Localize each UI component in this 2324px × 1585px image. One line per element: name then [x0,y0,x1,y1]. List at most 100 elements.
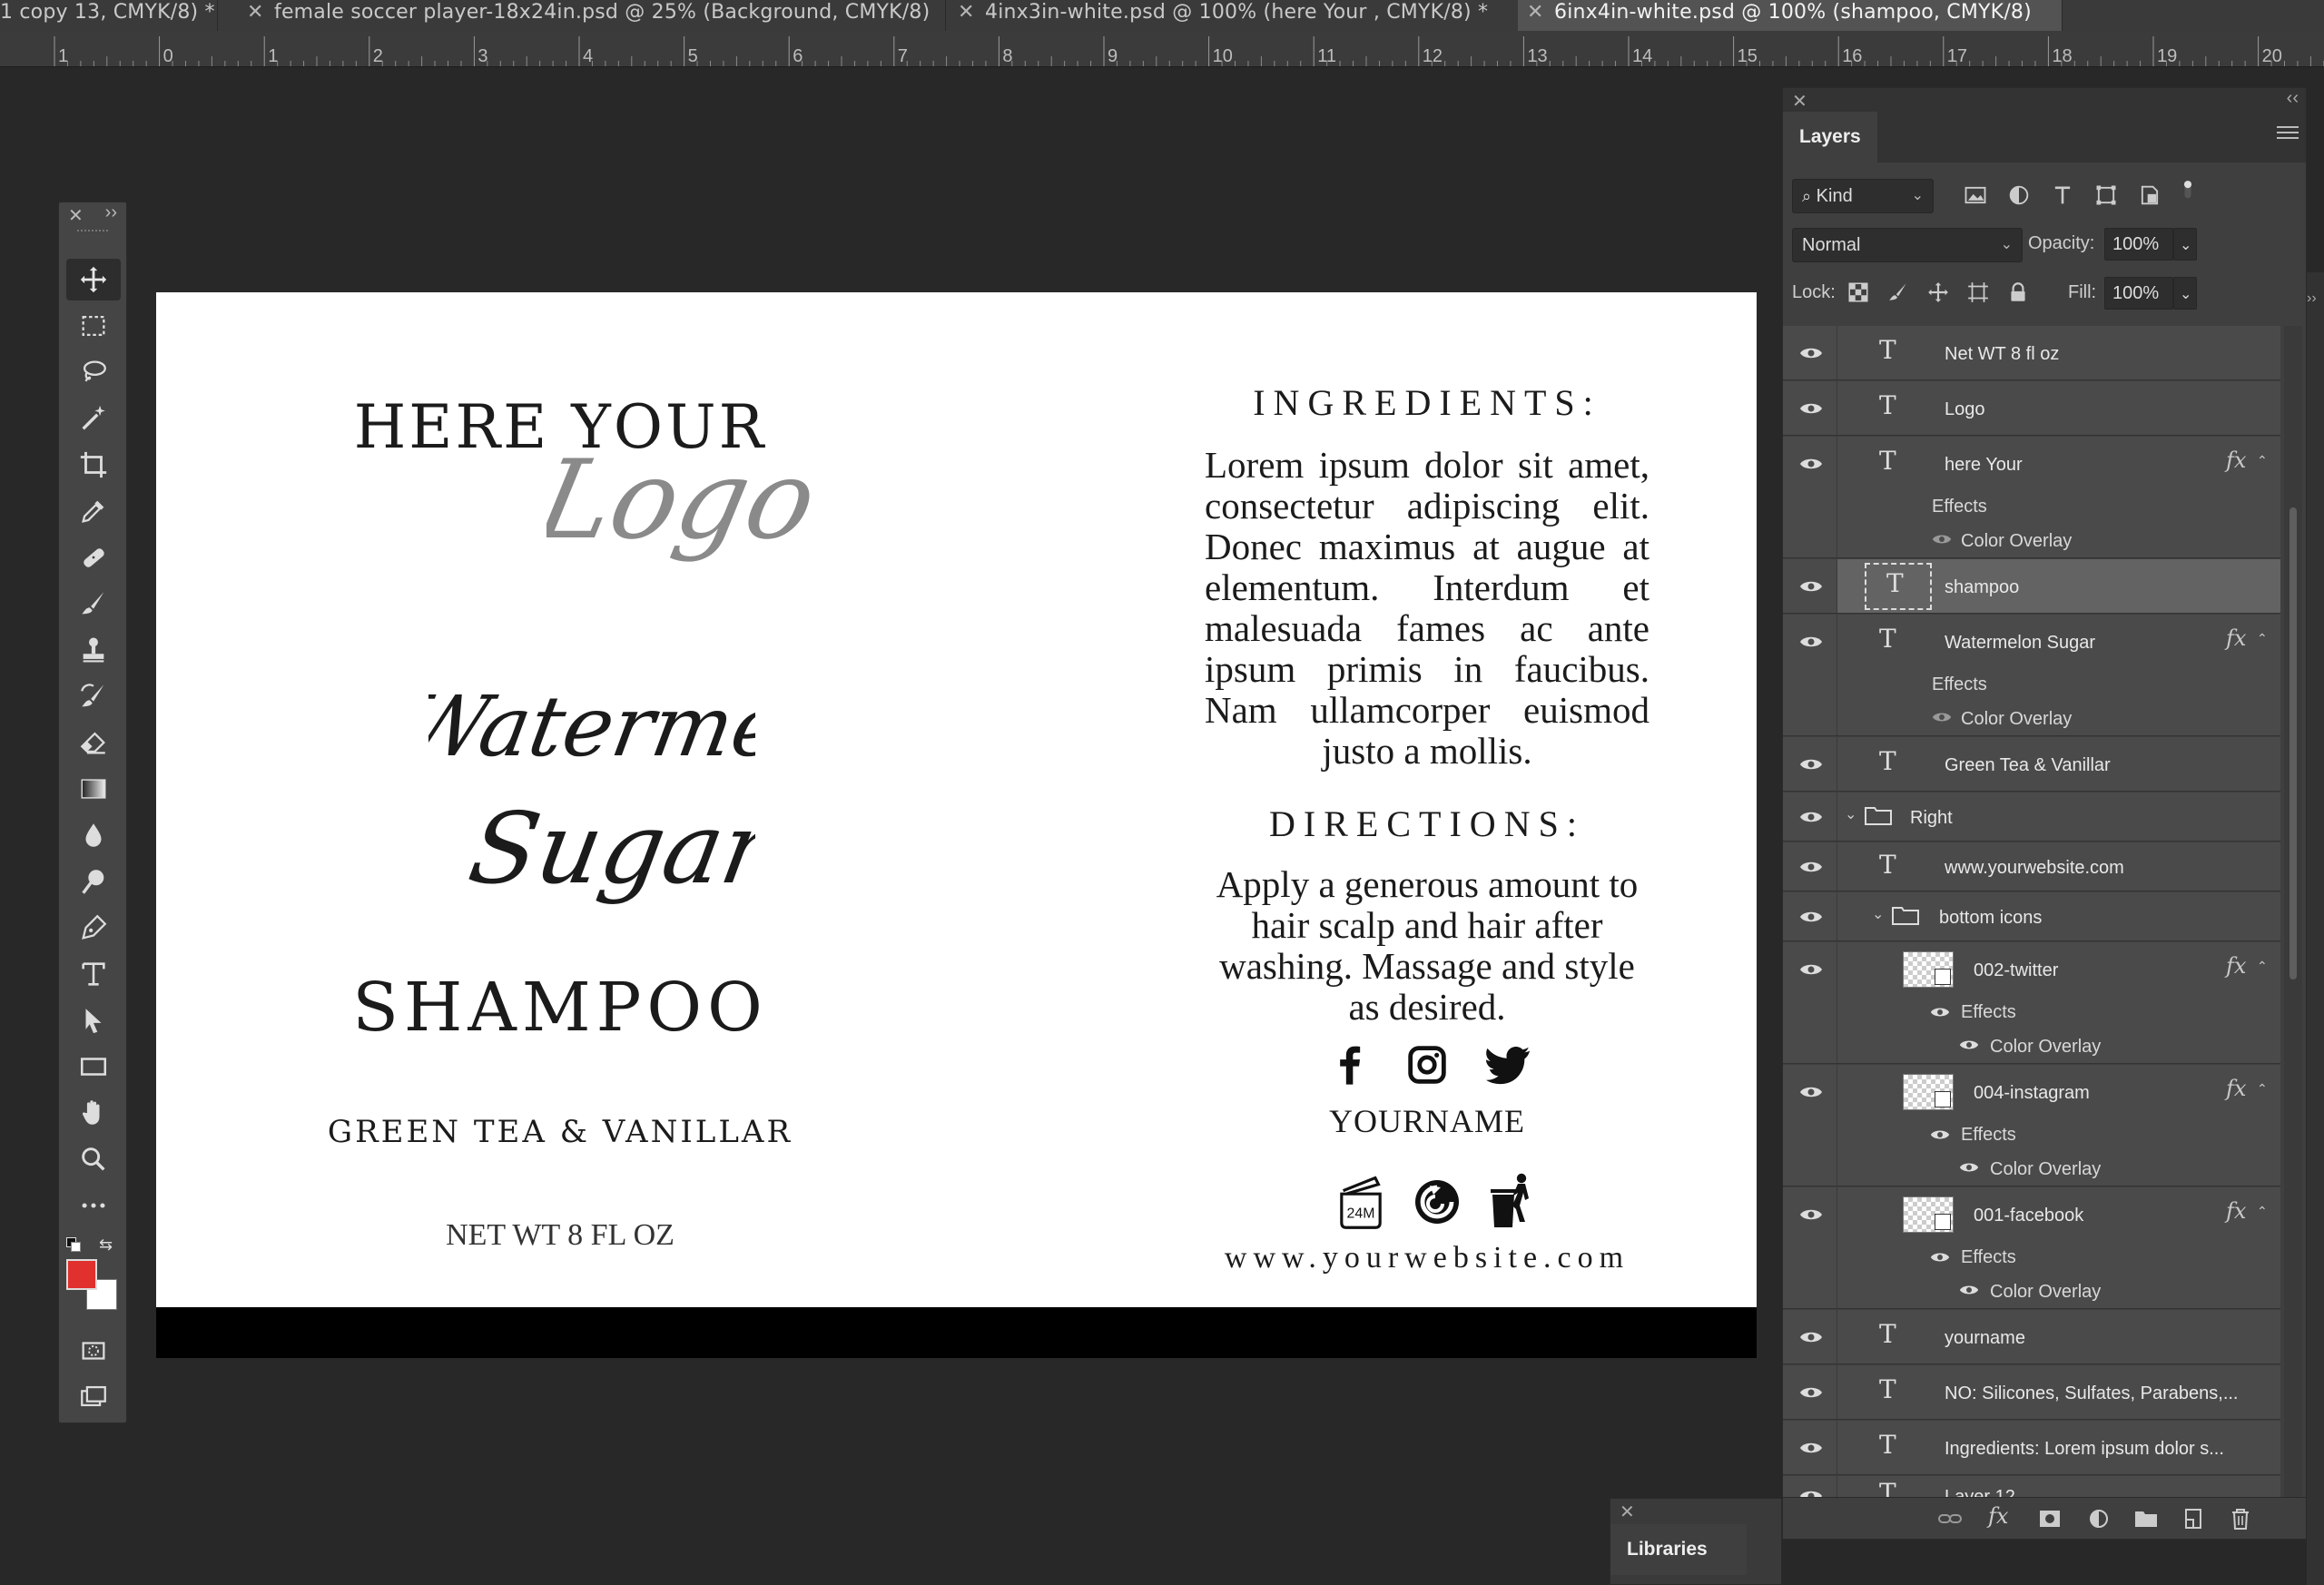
visibility-cell[interactable] [1783,615,1837,735]
tab-libraries[interactable]: Libraries [1610,1524,1747,1575]
visibility-cell[interactable] [1783,842,1837,891]
fx-icon[interactable]: fx [2226,953,2246,979]
eye-icon[interactable] [1932,711,1952,724]
marquee-tool[interactable] [66,305,121,347]
eraser-tool[interactable] [66,722,121,763]
lock-image-pixels-icon[interactable] [1886,281,1910,304]
visibility-cell[interactable] [1783,942,1837,1063]
rectangle-tool[interactable] [66,1046,121,1088]
opacity-dropdown[interactable]: ⌄ [2173,228,2197,261]
lock-all-icon[interactable] [2006,281,2030,304]
tab-layers[interactable]: Layers [1783,112,1877,162]
chevron-down-icon[interactable]: ⌄ [1845,805,1856,823]
close-icon[interactable]: ✕ [1620,1501,1635,1523]
layer-row[interactable]: T here Your fx ⌃ Effects Color Overlay [1783,437,2280,558]
gradient-tool[interactable] [66,768,121,810]
zoom-tool[interactable] [66,1138,121,1180]
add-layer-style-icon[interactable]: fx [1988,1503,2014,1529]
eye-icon[interactable] [1959,1284,1979,1296]
hand-tool[interactable] [66,1092,121,1134]
layer-row[interactable]: 004-instagram fx ⌃ Effects Color Overlay [1783,1065,2280,1186]
layer-row[interactable]: T Net WT 8 fl oz [1783,326,2280,380]
layer-group-row[interactable]: ⌄ Right [1783,792,2280,842]
new-layer-icon[interactable] [2181,1507,2206,1531]
new-group-icon[interactable] [2133,1507,2159,1531]
chevron-down-icon[interactable]: ⌄ [1872,905,1884,923]
crop-tool[interactable] [66,444,121,486]
horizontal-ruler[interactable]: 1 0 1 2 3 4 5 6 7 8 9 10 11 12 13 14 15 16 17 18 19 20 [0,31,2324,67]
panel-menu-icon[interactable] [2277,126,2299,144]
lock-artboard-icon[interactable] [1966,281,1990,304]
type-tool[interactable] [66,953,121,995]
blend-mode-select[interactable]: Normal ⌄ [1792,228,2023,262]
eye-icon[interactable] [1959,1039,1979,1051]
color-overlay-label[interactable]: Color Overlay [1990,1159,2101,1180]
expand-panels-icon[interactable]: ›› [2307,290,2317,307]
filter-adjustment-layers-icon[interactable] [2006,182,2032,208]
lock-transparent-pixels-icon[interactable] [1846,281,1870,304]
close-icon[interactable]: ✕ [1792,90,1807,113]
visibility-cell[interactable] [1783,1421,1837,1474]
layer-row[interactable]: T Layer 12 [1783,1476,2280,1497]
document-tab-4[interactable]: ✕ 6inx4in-white.psd @ 100% (shampoo, CMY… [1518,0,2063,31]
layer-row[interactable]: 001-facebook fx ⌃ Effects Color Overlay [1783,1187,2280,1309]
fill-dropdown[interactable]: ⌄ [2173,277,2197,310]
panel-grip[interactable] [77,230,108,239]
brush-tool[interactable] [66,583,121,625]
layer-row[interactable]: T Green Tea & Vanillar [1783,737,2280,792]
layer-row-selected[interactable]: T shampoo [1783,559,2280,614]
fx-icon[interactable]: fx [2226,1076,2246,1101]
eye-icon[interactable] [1932,533,1952,546]
layer-row[interactable]: T Ingredients: Lorem ipsum dolor s... [1783,1421,2280,1475]
visibility-cell[interactable] [1783,437,1837,557]
path-selection-tool[interactable] [66,999,121,1041]
filter-kind-select[interactable]: ⌕ Kind ⌄ [1792,179,1934,213]
visibility-cell[interactable] [1783,1187,1837,1308]
visibility-cell[interactable] [1783,1476,1837,1497]
fill-field[interactable]: 100% [2104,277,2173,310]
link-layers-icon[interactable] [1937,1507,1963,1531]
blur-tool[interactable] [66,814,121,856]
add-mask-icon[interactable] [2037,1507,2063,1531]
chevron-up-icon[interactable]: ⌃ [2257,959,2268,974]
chevron-up-icon[interactable]: ⌃ [2257,453,2268,468]
fx-icon[interactable]: fx [2226,625,2246,651]
color-overlay-label[interactable]: Color Overlay [1961,709,2072,730]
clone-stamp-tool[interactable] [66,629,121,671]
eye-icon[interactable] [1930,1128,1950,1141]
visibility-cell[interactable] [1783,1365,1837,1419]
layer-group-row[interactable]: ⌄ bottom icons [1783,892,2280,941]
default-colors-icon[interactable] [66,1237,83,1254]
fx-icon[interactable]: fx [2226,448,2246,473]
visibility-cell[interactable] [1783,892,1837,940]
move-tool[interactable] [66,259,121,300]
fx-icon[interactable]: fx [2226,1198,2246,1224]
chevron-up-icon[interactable]: ⌃ [2257,1081,2268,1097]
layer-row[interactable]: 002-twitter fx ⌃ Effects Color Overlay [1783,942,2280,1064]
visibility-cell[interactable] [1783,381,1837,435]
tab-close-icon[interactable]: ✕ [958,0,975,25]
quick-mask-tool[interactable] [66,1330,121,1372]
swap-colors-icon[interactable]: ⇆ [99,1236,113,1255]
collapsed-panels-strip[interactable]: ›› [2307,272,2324,1585]
eye-icon[interactable] [1930,1006,1950,1019]
filter-pixel-layers-icon[interactable] [1963,182,1988,208]
healing-brush-tool[interactable] [66,537,121,578]
document-tab-1[interactable]: 1 copy 13, CMYK/8) * [0,0,218,31]
layers-scrollbar[interactable] [2284,326,2302,1497]
new-adjustment-layer-icon[interactable] [2086,1507,2112,1531]
magic-wand-tool[interactable] [66,398,121,439]
document-tab-3[interactable]: ✕ 4inx3in-white.psd @ 100% (here Your , … [949,0,1530,31]
history-brush-tool[interactable] [66,675,121,717]
visibility-cell[interactable] [1783,1065,1837,1186]
filter-shape-layers-icon[interactable] [2093,182,2119,208]
color-overlay-label[interactable]: Color Overlay [1961,531,2072,552]
screen-mode-tool[interactable] [66,1375,121,1417]
tab-close-icon[interactable]: ✕ [247,0,264,25]
visibility-cell[interactable] [1783,737,1837,791]
scrollbar-thumb[interactable] [2290,507,2297,980]
filter-smart-objects-icon[interactable] [2137,182,2162,208]
layer-row[interactable]: T NO: Silicones, Sulfates, Parabens,... [1783,1365,2280,1420]
layer-row[interactable]: T Logo [1783,381,2280,436]
tab-close-icon[interactable]: ✕ [1527,0,1544,25]
